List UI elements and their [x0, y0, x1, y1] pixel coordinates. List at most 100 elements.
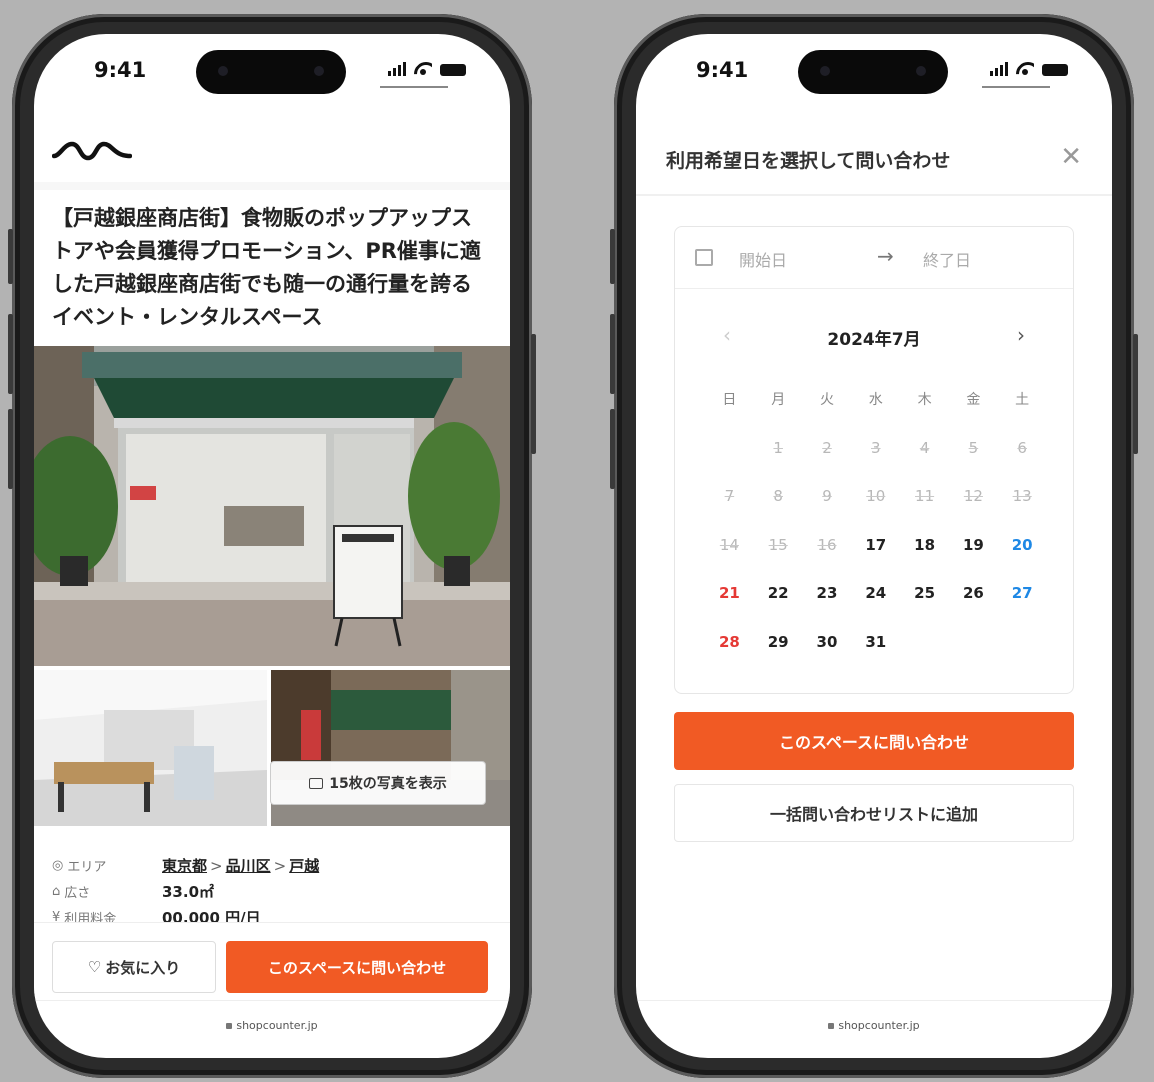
favorite-button[interactable]: ♡ お気に入り — [52, 941, 216, 993]
calendar-day[interactable]: 17 — [851, 536, 900, 554]
url-text: shopcounter.jp — [236, 1019, 318, 1032]
calendar-day[interactable]: 28 — [705, 633, 754, 651]
calendar-day[interactable]: 29 — [754, 633, 803, 651]
calendar-day: 12 — [963, 487, 983, 506]
inquire-button[interactable]: このスペースに問い合わせ — [226, 941, 488, 993]
size-icon: ⌂ — [52, 883, 61, 899]
battery-icon — [1042, 64, 1068, 76]
area-breadcrumb: 東京都 > 品川区 > 戸越 — [162, 855, 319, 876]
browser-url-bar[interactable]: shopcounter.jp — [636, 1000, 1112, 1058]
logo-icon[interactable] — [52, 134, 132, 168]
weekday-label: 金 — [966, 392, 981, 409]
show-all-photos-button[interactable]: 15枚の写真を表示 — [270, 761, 486, 805]
calendar-day: 13 — [1012, 487, 1032, 506]
favorite-label: お気に入り — [105, 958, 181, 977]
calendar-day: 3 — [871, 438, 881, 457]
month-navigation: ‹ 2024年7月 › — [675, 323, 1073, 350]
area-key: ◎ エリア — [52, 856, 162, 875]
add-to-bulk-list-button[interactable]: 一括問い合わせリストに追加 — [674, 784, 1074, 842]
browser-url-bar[interactable]: shopcounter.jp — [34, 1000, 510, 1058]
calendar-day: 5 — [968, 438, 979, 457]
status-underline — [380, 86, 448, 88]
weekday-label: 火 — [819, 392, 834, 409]
calendar-day: 6 — [1017, 438, 1027, 457]
calendar-day: 8 — [773, 487, 783, 506]
size-key-label: 広さ — [64, 885, 91, 901]
area-link-town[interactable]: 戸越 — [289, 857, 319, 875]
calendar-day[interactable]: 30 — [803, 633, 852, 651]
calendar-day[interactable]: 23 — [803, 584, 852, 602]
calendar-week: 28 29 30 31 — [705, 618, 1047, 667]
calendar-day[interactable]: 20 — [998, 536, 1047, 554]
dynamic-island — [196, 50, 346, 94]
fee-key: ¥ 利用料金 — [52, 908, 162, 923]
power-button — [531, 334, 536, 454]
size-key: ⌂ 広さ — [52, 882, 162, 901]
silent-switch — [8, 229, 13, 284]
calendar-icon — [695, 249, 713, 266]
area-link-ward[interactable]: 品川区 — [226, 857, 271, 875]
info-row-size: ⌂ 広さ 33.0㎡ — [52, 878, 492, 904]
volume-down-button — [8, 409, 13, 489]
lock-icon — [828, 1022, 835, 1029]
info-row-area: ◎ エリア 東京都 > 品川区 > 戸越 — [52, 852, 492, 878]
wifi-icon — [1016, 62, 1034, 76]
inquire-button[interactable]: このスペースに問い合わせ — [674, 712, 1074, 770]
area-link-prefecture[interactable]: 東京都 — [162, 857, 207, 875]
signal-icon — [388, 62, 406, 76]
date-select-screen: 9:41 利用希望日を選択して問い合わせ ✕ 開始日 → 終了日 ‹ 2024年… — [636, 34, 1112, 1058]
battery-icon — [440, 64, 466, 76]
signal-icon — [990, 62, 1008, 76]
phone-frame-right: 9:41 利用希望日を選択して問い合わせ ✕ 開始日 → 終了日 ‹ 2024年… — [610, 14, 1138, 1078]
calendar-day: 2 — [822, 438, 832, 457]
breadcrumb-separator: > — [210, 856, 223, 875]
calendar-day: 7 — [724, 487, 735, 506]
calendar-day[interactable]: 24 — [851, 584, 900, 602]
status-icons — [990, 62, 1068, 76]
calendar-day[interactable]: 18 — [900, 536, 949, 554]
chevron-right-icon[interactable]: › — [1017, 323, 1025, 347]
calendar-day[interactable]: 25 — [900, 584, 949, 602]
close-icon[interactable]: ✕ — [1060, 142, 1082, 172]
breadcrumb-separator: > — [273, 856, 287, 875]
size-value: 33.0㎡ — [162, 882, 215, 901]
calendar-day[interactable]: 19 — [949, 536, 998, 554]
calendar-day[interactable]: 21 — [705, 584, 754, 602]
space-info: ◎ エリア 東京都 > 品川区 > 戸越 ⌂ 広さ 33.0㎡ ¥ 利用料金 0… — [52, 852, 492, 923]
pin-icon: ◎ — [52, 857, 64, 873]
calendar-week: 1 2 3 4 5 6 — [705, 424, 1047, 473]
weekday-label: 月 — [771, 392, 786, 409]
url-text: shopcounter.jp — [838, 1019, 920, 1032]
status-time: 9:41 — [94, 58, 147, 82]
modal-divider — [636, 194, 1112, 196]
calendar-day[interactable]: 27 — [998, 584, 1047, 602]
calendar-day[interactable]: 31 — [851, 633, 900, 651]
silent-switch — [610, 229, 615, 284]
heart-icon: ♡ — [87, 958, 102, 976]
calendar-day: 14 — [719, 535, 739, 554]
yen-icon: ¥ — [52, 909, 61, 923]
start-date-field[interactable]: 開始日 — [739, 247, 787, 271]
header-divider — [34, 182, 510, 190]
calendar-day[interactable]: 26 — [949, 584, 998, 602]
modal-title: 利用希望日を選択して問い合わせ — [666, 150, 951, 172]
calendar-week: 14 15 16 17 18 19 20 — [705, 521, 1047, 570]
calendar-day: 16 — [817, 535, 837, 554]
month-label: 2024年7月 — [827, 330, 921, 350]
volume-up-button — [610, 314, 615, 394]
date-picker: 開始日 → 終了日 ‹ 2024年7月 › 日月火水木金土 1 2 3 4 5 6 7 8 9 10… — [674, 226, 1074, 694]
calendar-day: 15 — [768, 535, 788, 554]
end-date-field[interactable]: 終了日 — [923, 247, 971, 271]
thumbnail-interior[interactable] — [34, 670, 267, 826]
date-range-input[interactable]: 開始日 → 終了日 — [675, 227, 1073, 289]
calendar-grid: 日月火水木金土 1 2 3 4 5 6 7 8 9 10 11 12 13 14 15 16 17 18 19 20 21… — [705, 375, 1047, 666]
main-photo[interactable] — [34, 346, 510, 666]
volume-down-button — [610, 409, 615, 489]
status-bar: 9:41 — [636, 34, 1112, 112]
calendar-day[interactable]: 22 — [754, 584, 803, 602]
status-underline — [982, 86, 1050, 88]
image-icon — [309, 777, 324, 789]
phone-frame-left: 9:41 【戸越銀座商店街】食物販のポップアップストアや会員獲得プロモーション、… — [8, 14, 536, 1078]
power-button — [1133, 334, 1138, 454]
calendar-day: 4 — [919, 438, 930, 457]
